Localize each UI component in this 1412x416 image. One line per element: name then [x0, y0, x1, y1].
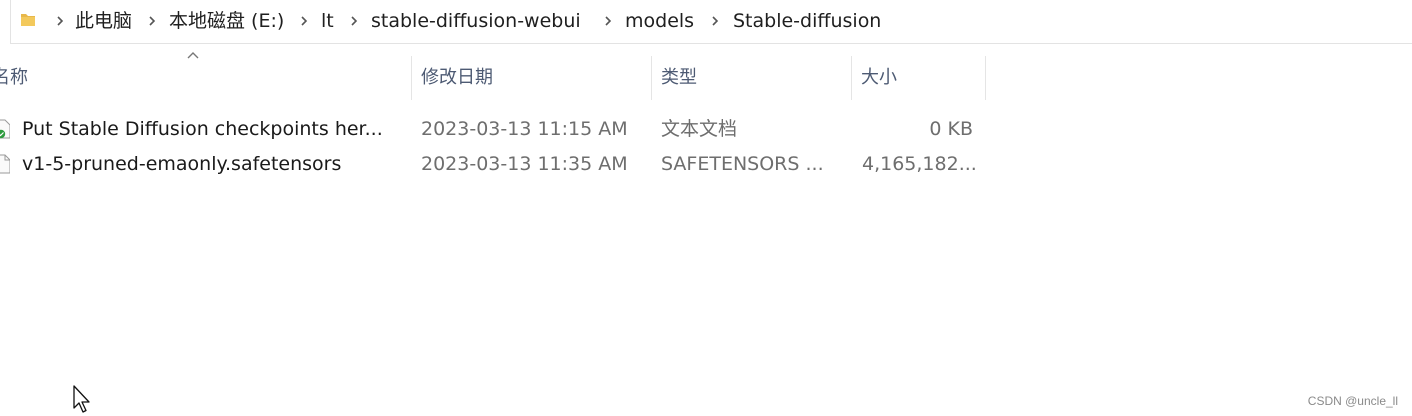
file-type: SAFETENSORS ... [661, 153, 824, 175]
text-file-icon [0, 119, 10, 139]
file-row[interactable]: Put Stable Diffusion checkpoints her... … [0, 112, 990, 146]
file-date: 2023-03-13 11:15 AM [421, 118, 628, 140]
chevron-right-icon[interactable] [145, 13, 159, 29]
column-divider[interactable] [411, 56, 412, 100]
chevron-right-icon[interactable] [53, 13, 67, 29]
breadcrumb-models[interactable]: models [625, 9, 694, 33]
file-name[interactable]: v1-5-pruned-emaonly.safetensors [22, 147, 341, 181]
chevron-right-icon[interactable] [347, 13, 361, 29]
breadcrumb-stable-diffusion-webui[interactable]: stable-diffusion-webui [371, 9, 581, 33]
column-header-name[interactable]: 名称 [0, 56, 412, 100]
folder-icon [21, 14, 35, 26]
watermark: CSDN @uncle_ll [1307, 394, 1398, 408]
column-header-date[interactable]: 修改日期 [421, 56, 651, 100]
address-bar[interactable]: 此电脑 本地磁盘 (E:) lt stable-diffusion-webui … [10, 0, 1412, 44]
column-headers: 名称 修改日期 类型 大小 [0, 56, 990, 100]
generic-file-icon [0, 154, 10, 174]
chevron-right-icon[interactable] [297, 13, 311, 29]
file-date: 2023-03-13 11:35 AM [421, 153, 628, 175]
file-type: 文本文档 [661, 118, 738, 140]
breadcrumb-local-disk[interactable]: 本地磁盘 (E:) [169, 9, 284, 33]
column-divider[interactable] [985, 56, 986, 100]
column-header-size[interactable]: 大小 [861, 56, 985, 100]
file-size: 0 KB [929, 118, 973, 140]
file-row[interactable]: v1-5-pruned-emaonly.safetensors 2023-03-… [0, 147, 990, 181]
column-divider[interactable] [651, 56, 652, 100]
chevron-right-icon[interactable] [708, 13, 722, 29]
column-header-type[interactable]: 类型 [661, 56, 851, 100]
breadcrumb-lt[interactable]: lt [321, 9, 334, 33]
column-divider[interactable] [851, 56, 852, 100]
mouse-cursor-icon [73, 385, 90, 413]
chevron-right-icon[interactable] [601, 13, 615, 29]
file-name[interactable]: Put Stable Diffusion checkpoints her... [22, 112, 383, 146]
file-size: 4,165,182... [862, 153, 977, 175]
breadcrumb-this-pc[interactable]: 此电脑 [75, 9, 132, 33]
breadcrumb-stable-diffusion[interactable]: Stable-diffusion [733, 9, 881, 33]
